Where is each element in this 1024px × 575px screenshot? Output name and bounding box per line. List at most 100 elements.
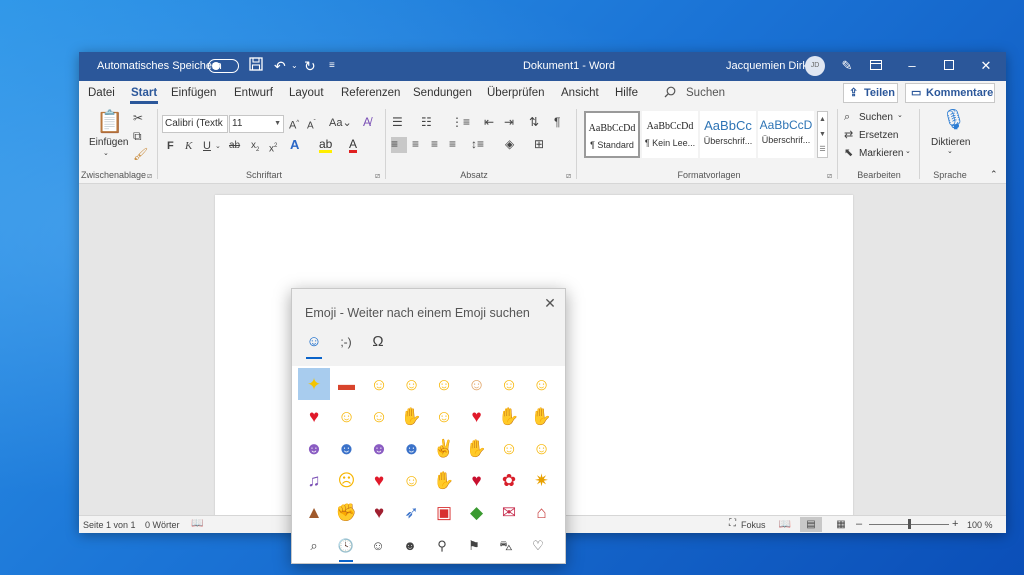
ok-hand-emoji[interactable]: ✋ — [396, 400, 428, 432]
paste-dropdown-icon[interactable]: ⌄ — [103, 149, 109, 157]
font-launcher-icon[interactable]: ⧄ — [375, 171, 380, 181]
search-input[interactable]: Suchen — [686, 87, 725, 99]
replace-icon[interactable]: ⇄ — [844, 128, 853, 142]
copy-icon[interactable]: ⧉ — [133, 129, 142, 143]
show-formatting-icon[interactable]: ¶ — [554, 115, 560, 129]
emoji-category-icon[interactable]: ☺ — [302, 333, 326, 350]
hearts-icon[interactable]: ♡ — [527, 535, 549, 557]
underline-dropdown-icon[interactable]: ⌄ — [215, 140, 221, 154]
red-heart-emoji[interactable]: ♥ — [298, 400, 330, 432]
share-button[interactable]: ⇪ Teilen — [843, 83, 898, 103]
select-dropdown-icon[interactable]: ⌄ — [905, 147, 911, 155]
tab-referenzen[interactable]: Referenzen — [341, 87, 400, 99]
zoom-level[interactable]: 100 % — [967, 520, 993, 530]
musical-notes-emoji[interactable]: ♫ — [298, 464, 330, 496]
style-standard[interactable]: AaBbCcDd ¶ Standard — [584, 111, 640, 158]
rolling-on-floor-laughing-emoji[interactable]: ☺ — [363, 368, 395, 400]
replace-button[interactable]: Ersetzen — [859, 130, 898, 141]
sparkles-emoji[interactable]: ✦ — [298, 368, 330, 400]
face-with-tears-of-joy-emoji[interactable]: ☺ — [396, 368, 428, 400]
format-painter-icon[interactable]: 🖌 — [133, 147, 148, 161]
web-layout-icon[interactable]: ▦ — [830, 517, 852, 532]
paste-label[interactable]: Einfügen — [89, 137, 128, 148]
user-name[interactable]: Jacquemien Dirk — [726, 60, 808, 72]
proofing-icon[interactable]: 📖 — [191, 518, 203, 529]
crying-face-emoji[interactable]: ☹ — [331, 464, 363, 496]
dragon-emoji[interactable]: ◆ — [461, 496, 493, 528]
line-spacing-icon[interactable]: ↕≡ — [471, 137, 484, 151]
flexed-biceps-emoji[interactable]: ✊ — [331, 496, 363, 528]
smirking-face-emoji[interactable]: ☺ — [493, 368, 525, 400]
word-count[interactable]: 0 Wörter — [145, 520, 180, 530]
read-mode-icon[interactable]: 📖 — [774, 517, 796, 532]
close-icon[interactable]: ✕ — [976, 56, 996, 76]
firecracker-emoji[interactable]: ▬ — [331, 368, 363, 400]
tab-start[interactable]: Start — [131, 87, 157, 99]
align-left-icon[interactable]: ≡ — [391, 137, 407, 153]
styles-launcher-icon[interactable]: ⧄ — [827, 171, 832, 181]
find-icon[interactable]: ⌕ — [844, 110, 850, 124]
increase-indent-icon[interactable]: ⇥ — [504, 115, 514, 129]
comments-button[interactable]: ▭ Kommentare — [905, 83, 995, 103]
undo-icon[interactable]: ↶ — [274, 57, 286, 75]
symbols-category-icon[interactable]: Ω — [366, 333, 390, 350]
borders-icon[interactable]: ⊞ — [534, 137, 544, 151]
birthday-cake-emoji[interactable]: ▲ — [298, 496, 330, 528]
recent-icon[interactable]: 🕓 — [335, 535, 357, 557]
kiss-mark-emoji[interactable]: ♥ — [461, 464, 493, 496]
bold-icon[interactable]: F — [167, 139, 174, 153]
select-button[interactable]: Markieren — [859, 148, 903, 159]
styles-gallery-scroll[interactable]: ▲▼☰ — [817, 111, 828, 158]
ribbon-display-icon[interactable] — [866, 56, 886, 76]
font-name-select[interactable]: Calibri (Textk — [162, 115, 228, 133]
vehicles-icon[interactable]: ⛍ — [495, 535, 517, 557]
tab-layout[interactable]: Layout — [289, 87, 324, 99]
subscript-icon[interactable]: x2 — [251, 139, 259, 157]
victory-hand-emoji[interactable]: ✌ — [428, 432, 460, 464]
find-dropdown-icon[interactable]: ⌄ — [897, 111, 903, 119]
style-heading-1[interactable]: AaBbCc Überschrif... — [700, 111, 756, 158]
rocket-emoji[interactable]: ➶ — [396, 496, 428, 528]
page-count[interactable]: Seite 1 von 1 — [83, 520, 136, 530]
smiling-face-with-heart-eyes-emoji[interactable]: ☺ — [331, 400, 363, 432]
numbering-icon[interactable]: ☷ — [421, 115, 432, 129]
zoom-slider-thumb[interactable] — [908, 519, 911, 529]
zoom-in-icon[interactable]: + — [952, 518, 958, 530]
paragraph-launcher-icon[interactable]: ⧄ — [566, 171, 571, 181]
two-hearts-emoji[interactable]: ♥ — [461, 400, 493, 432]
wrapped-gift-emoji[interactable]: ▣ — [428, 496, 460, 528]
font-color-icon[interactable]: A — [349, 138, 357, 153]
grow-font-icon[interactable]: A^ — [289, 116, 299, 133]
focus-icon[interactable]: ⛶ — [729, 518, 736, 529]
rose-emoji[interactable]: ✿ — [493, 464, 525, 496]
people-icon[interactable]: ☻ — [399, 535, 421, 557]
highlight-icon[interactable]: ab — [319, 138, 332, 153]
redo-icon[interactable]: ↻ — [304, 57, 316, 75]
heart-with-ribbon-emoji[interactable]: ♥ — [363, 464, 395, 496]
emoji-search-prompt[interactable]: Emoji - Weiter nach einem Emoji suchen — [305, 306, 530, 320]
underline-icon[interactable]: U — [203, 139, 211, 153]
house-emoji[interactable]: ⌂ — [526, 496, 558, 528]
woman-shrugging-emoji[interactable]: ☻ — [363, 432, 395, 464]
sort-icon[interactable]: ⇅ — [529, 115, 539, 129]
flags-icon[interactable]: ⚑ — [463, 535, 485, 557]
strikethrough-icon[interactable]: ab — [229, 139, 240, 153]
smiling-face-emoji[interactable]: ☺ — [526, 368, 558, 400]
autosave-toggle[interactable] — [208, 59, 239, 73]
relieved-face-emoji[interactable]: ☺ — [493, 432, 525, 464]
dictate-dropdown-icon[interactable]: ⌄ — [947, 147, 953, 155]
raising-hands-emoji[interactable]: ✋ — [526, 400, 558, 432]
style-no-spacing[interactable]: AaBbCcDd ¶ Kein Lee... — [642, 111, 698, 158]
superscript-icon[interactable]: x2 — [269, 139, 277, 156]
celebrations-icon[interactable]: ⚲ — [431, 535, 453, 557]
shrink-font-icon[interactable]: Aˇ — [307, 116, 316, 133]
clear-formatting-icon[interactable]: A̸ — [363, 115, 371, 129]
person-shrugging-emoji[interactable]: ☻ — [331, 432, 363, 464]
change-case-icon[interactable]: Aa⌄ — [329, 116, 352, 130]
tab-ueberpruefen[interactable]: Überprüfen — [487, 87, 545, 99]
clapping-hands-emoji[interactable]: ✋ — [428, 464, 460, 496]
zoom-out-icon[interactable]: – — [856, 518, 862, 530]
undo-dropdown-icon[interactable]: ⌄ — [291, 57, 298, 75]
search-icon[interactable]: ⌕ — [303, 535, 325, 557]
save-icon[interactable] — [249, 57, 263, 75]
